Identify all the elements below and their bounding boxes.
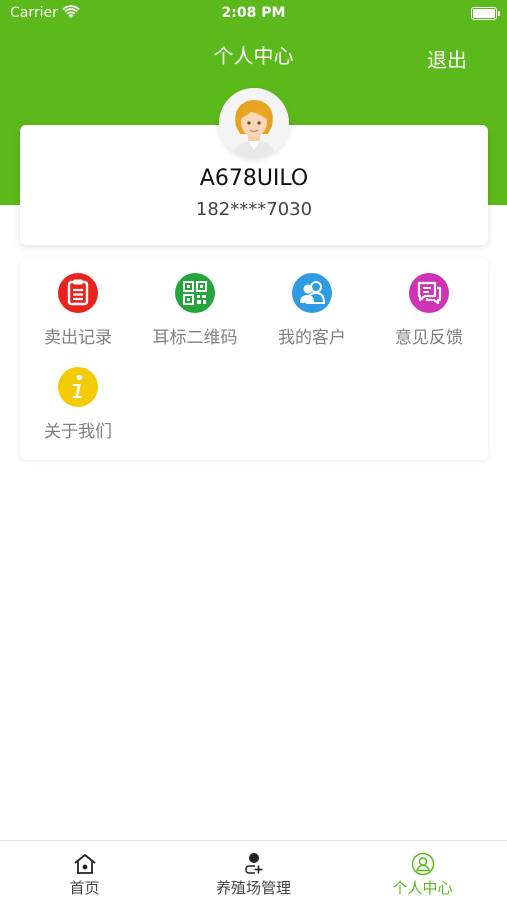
tab-label: 首页 <box>69 879 100 897</box>
battery-icon <box>471 7 500 20</box>
status-time: 2:08 PM <box>221 5 286 21</box>
user-avatar-icon[interactable] <box>219 88 289 158</box>
customers-icon <box>292 273 332 313</box>
menu-label: 关于我们 <box>44 422 112 442</box>
menu-item-feedback[interactable]: 意见反馈 <box>371 272 487 348</box>
profile-icon <box>411 852 434 876</box>
tab-profile[interactable]: 个人中心 <box>338 841 507 900</box>
menu-item-my-customers[interactable]: 我的客户 <box>254 272 370 348</box>
menu-item-about-us[interactable]: 关于我们 <box>20 366 136 442</box>
status-bar: Carrier 2:08 PM <box>0 0 507 28</box>
farm-manage-icon <box>244 853 262 874</box>
tab-label: 养殖场管理 <box>215 879 291 897</box>
menu-label: 卖出记录 <box>44 328 112 348</box>
tab-label: 个人中心 <box>392 879 453 897</box>
menu-label: 意见反馈 <box>395 328 463 348</box>
logout-button[interactable]: 退出 <box>427 44 467 73</box>
menu-label: 我的客户 <box>278 328 346 348</box>
menu-item-sales-records[interactable]: 卖出记录 <box>20 272 136 348</box>
function-menu: 卖出记录 耳标二维码 我的客户 意见反馈 关于我们 <box>20 258 488 460</box>
bottom-tab-bar: 首页 养殖场管理 个人中心 <box>0 840 507 900</box>
qrcode-icon <box>175 273 215 313</box>
clipboard-icon <box>58 273 98 313</box>
feedback-icon <box>409 273 449 313</box>
menu-label: 耳标二维码 <box>152 328 238 348</box>
info-icon <box>58 367 98 407</box>
tab-home[interactable]: 首页 <box>0 841 169 900</box>
home-icon <box>73 854 96 874</box>
tab-farm-management[interactable]: 养殖场管理 <box>169 841 338 900</box>
phone-number: 182****7030 <box>195 199 313 220</box>
menu-item-ear-tag-qrcode[interactable]: 耳标二维码 <box>137 272 253 348</box>
username: A678UILO <box>199 166 309 191</box>
